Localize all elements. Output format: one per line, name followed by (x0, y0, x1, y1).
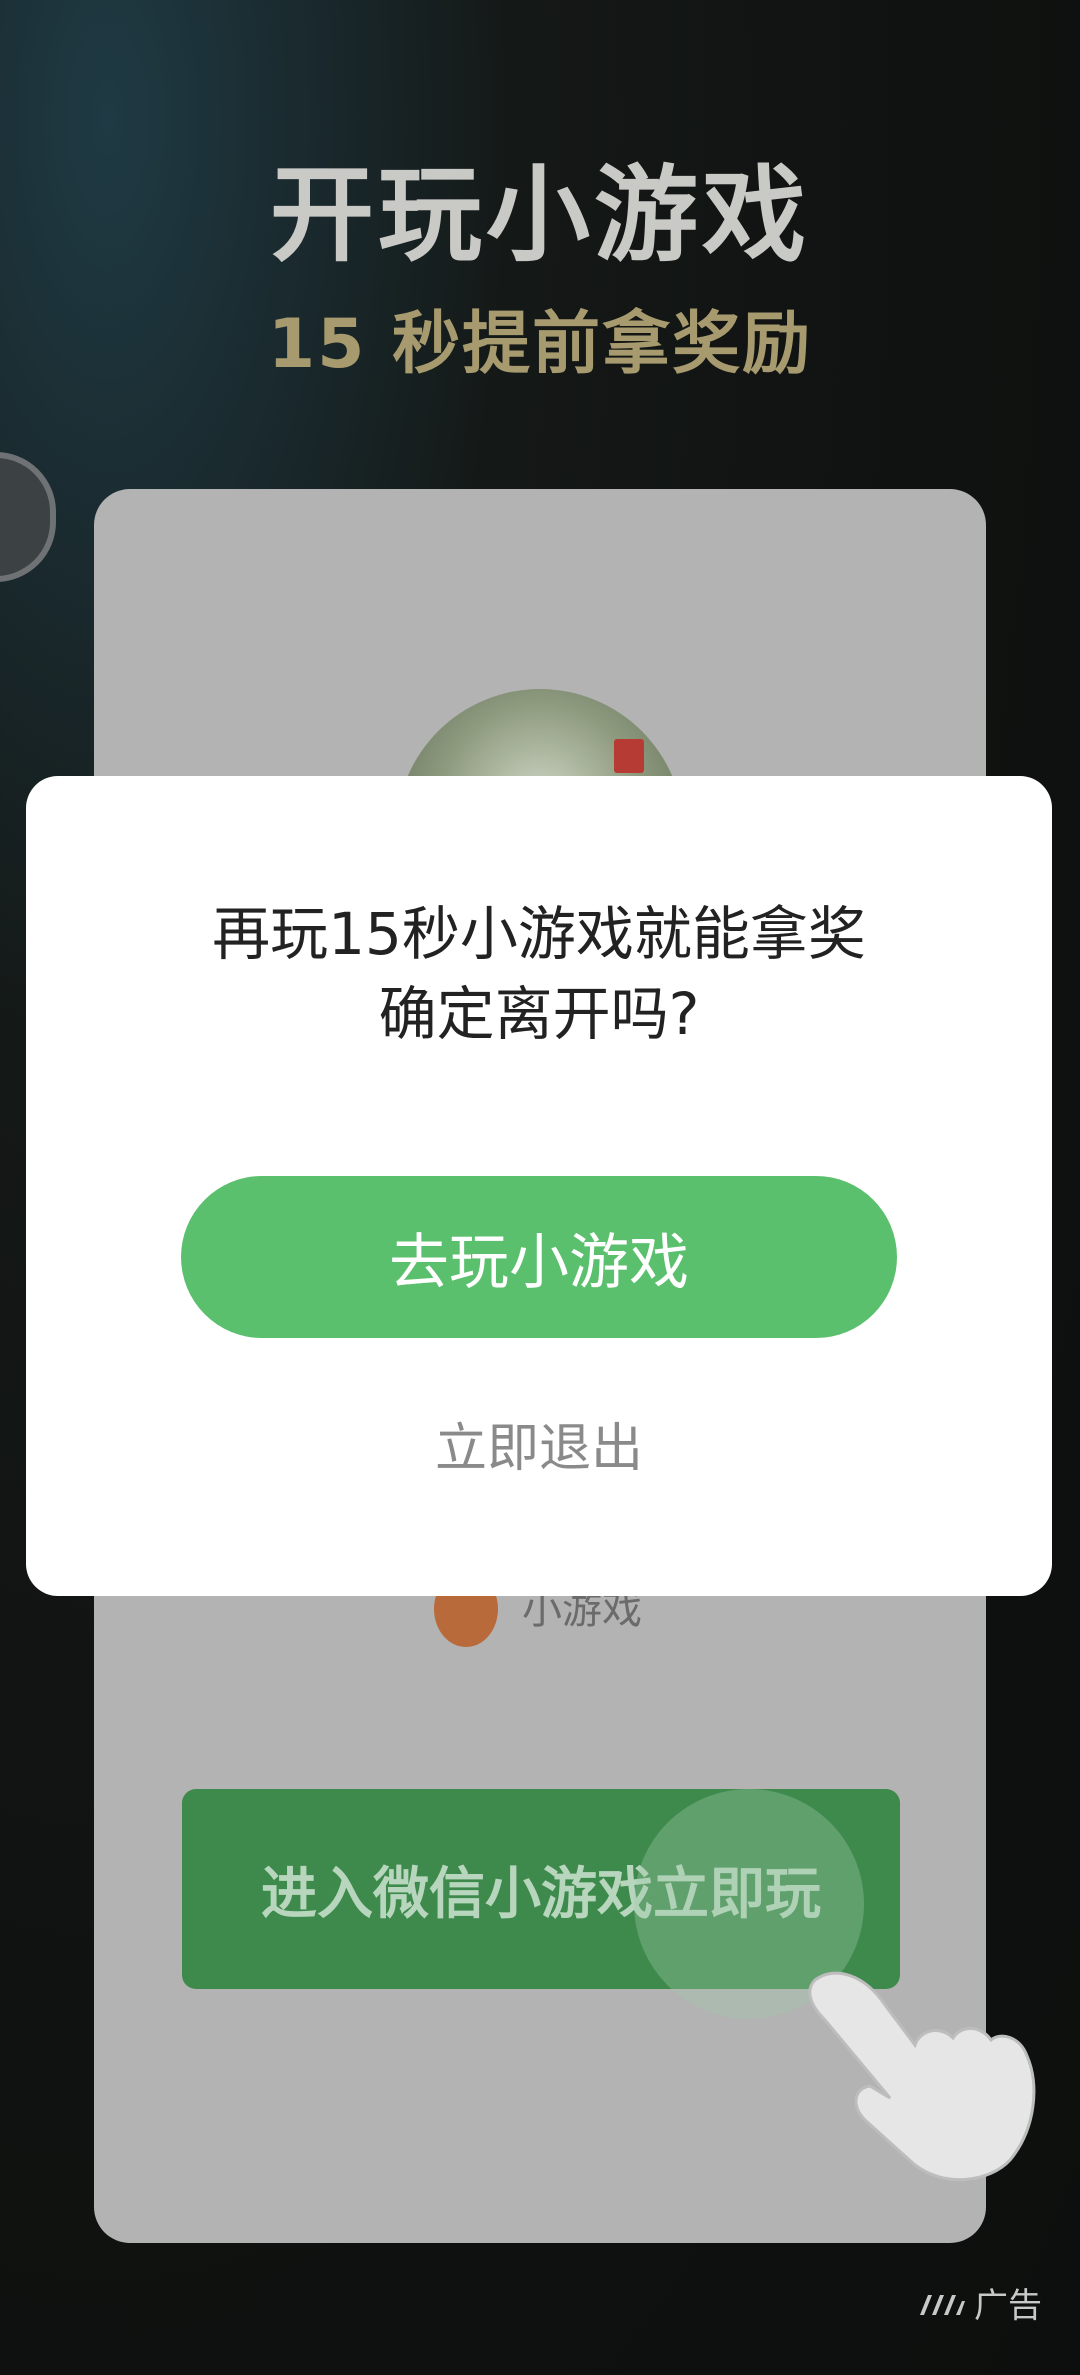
floating-ball-handle[interactable] (0, 452, 56, 582)
game-tag-icon (614, 739, 644, 773)
ad-logo-icon (920, 2294, 965, 2315)
play-minigame-button[interactable]: 去玩小游戏 (181, 1176, 897, 1338)
exit-now-link[interactable]: 立即退出 (26, 1406, 1052, 1481)
ad-label: 广告 (974, 2286, 1042, 2326)
dialog-message: 再玩15秒小游戏就能拿奖 确定离开吗? (26, 894, 1052, 1054)
pointing-hand-icon (808, 1971, 1036, 2182)
page-subtitle: 15 秒提前拿奖励 (267, 305, 813, 384)
dialog-message-line1: 再玩15秒小游戏就能拿奖 (212, 900, 866, 968)
exit-confirm-dialog: 再玩15秒小游戏就能拿奖 确定离开吗? 去玩小游戏 立即退出 (26, 776, 1052, 1596)
page-title: 开玩小游戏 (269, 154, 810, 276)
dialog-message-line2: 确定离开吗? (378, 980, 700, 1048)
ad-badge: 广告 (918, 2278, 1042, 2327)
